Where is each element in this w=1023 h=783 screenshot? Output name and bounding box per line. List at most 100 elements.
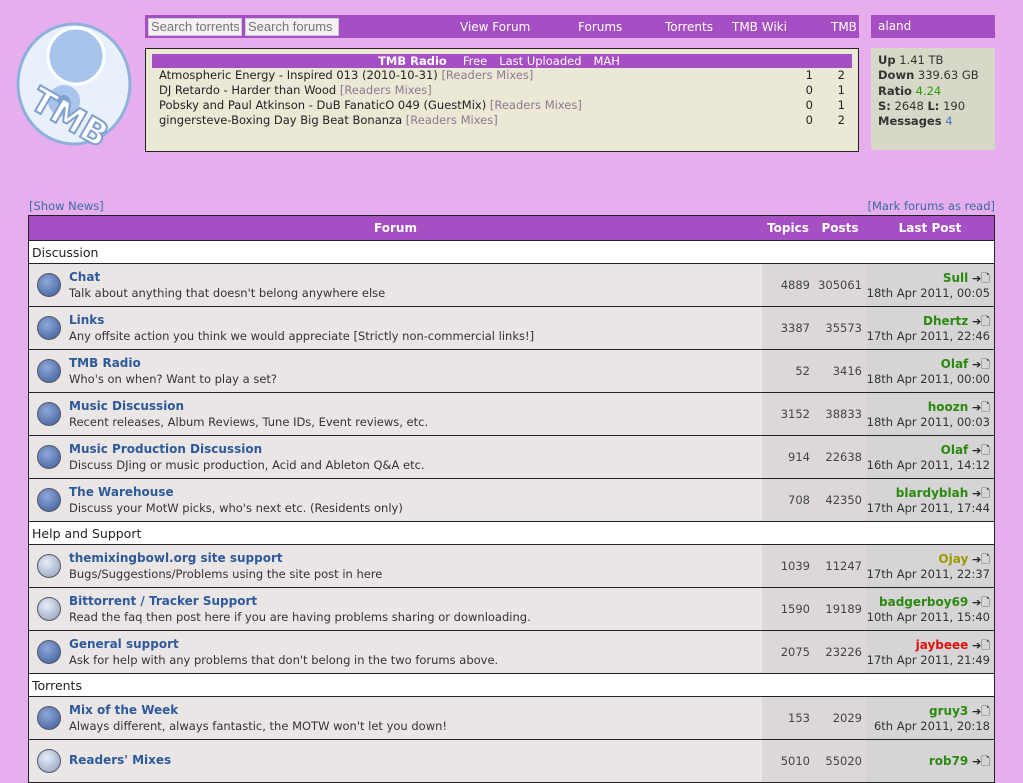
nav-tmb[interactable]: TMB (831, 20, 857, 34)
go-to-last-post-icon[interactable]: ➔🗋 (972, 596, 990, 609)
last-post-user[interactable]: Dhertz (923, 314, 968, 328)
posts-count: 23226 (814, 630, 866, 674)
go-to-last-post-icon[interactable]: ➔🗋 (972, 401, 990, 414)
go-to-last-post-icon[interactable]: ➔🗋 (972, 755, 990, 768)
topics-count: 4889 (762, 263, 814, 307)
last-post-user[interactable]: hoozn (928, 400, 969, 414)
forum-row: TMB Radio Who's on when? Want to play a s… (28, 349, 995, 393)
tab-tmb-radio[interactable]: TMB Radio (378, 54, 447, 68)
go-to-last-post-icon[interactable]: ➔🗋 (972, 553, 990, 566)
go-to-last-post-icon[interactable]: ➔🗋 (972, 639, 990, 652)
go-to-last-post-icon[interactable]: ➔🗋 (972, 705, 990, 718)
posts-count: 305061 (814, 263, 866, 307)
topics-count: 5010 (762, 739, 814, 783)
forum-link[interactable]: Bittorrent / Tracker Support (69, 594, 762, 608)
forum-link[interactable]: Music Discussion (69, 399, 762, 413)
topics-count: 52 (762, 349, 814, 393)
nav-tmb-wiki[interactable]: TMB Wiki (732, 20, 787, 34)
forum-description: Read the faq then post here if you are h… (69, 610, 531, 624)
last-post-user[interactable]: blardyblah (896, 486, 968, 500)
topics-count: 708 (762, 478, 814, 522)
last-post-user[interactable]: Ojay (938, 552, 968, 566)
category-row[interactable]: Help and Support (28, 521, 995, 545)
tab-last-uploaded[interactable]: Last Uploaded (499, 54, 581, 68)
topics-count: 914 (762, 435, 814, 479)
tab-free[interactable]: Free (463, 54, 487, 68)
topics-count: 1590 (762, 587, 814, 631)
go-to-last-post-icon[interactable]: ➔🗋 (972, 272, 990, 285)
forum-description: Talk about anything that doesn't belong … (69, 286, 386, 300)
forum-link[interactable]: themixingbowl.org site support (69, 551, 762, 565)
posts-count: 35573 (814, 306, 866, 350)
search-forums-input[interactable] (245, 17, 339, 36)
forum-link[interactable]: Chat (69, 270, 762, 284)
last-post-user[interactable]: gruy3 (929, 704, 968, 718)
category-row[interactable]: Torrents (28, 673, 995, 697)
forum-link[interactable]: General support (69, 637, 762, 651)
last-post-date: 17th Apr 2011, 17:44 (866, 500, 990, 515)
last-post-date: 6th Apr 2011, 20:18 (873, 718, 990, 733)
nav-view-forum[interactable]: View Forum (460, 20, 530, 34)
forum-status-icon (37, 554, 61, 578)
forum-description: Discuss DJing or music production, Acid … (69, 458, 425, 472)
forum-description: Always different, always fantastic, the … (69, 719, 448, 733)
forum-status-icon (37, 359, 61, 383)
forum-status-icon (37, 402, 61, 426)
posts-count: 55020 (814, 739, 866, 783)
forum-row: General support Ask for help with any pro… (28, 630, 995, 674)
go-to-last-post-icon[interactable]: ➔🗋 (972, 487, 990, 500)
go-to-last-post-icon[interactable]: ➔🗋 (972, 444, 990, 457)
forum-status-icon (37, 640, 61, 664)
last-post-user[interactable]: jaybeee (916, 638, 969, 652)
forum-description: Discuss your MotW picks, who's next etc.… (69, 501, 403, 515)
posts-count: 42350 (814, 478, 866, 522)
radio-item[interactable]: gingersteve-Boxing Day Big Beat Bonanza … (146, 113, 858, 128)
username[interactable]: aland (871, 15, 995, 38)
topics-count: 1039 (762, 544, 814, 588)
go-to-last-post-icon[interactable]: ➔🗋 (972, 358, 990, 371)
forum-link[interactable]: The Warehouse (69, 485, 762, 499)
last-post-date: 16th Apr 2011, 14:12 (866, 457, 990, 472)
last-post-user[interactable]: Sull (943, 271, 968, 285)
last-post-date: 10th Apr 2011, 15:40 (866, 609, 990, 624)
radio-item[interactable]: Pobsky and Paul Atkinson - DuB FanaticO … (146, 98, 858, 113)
posts-count: 11247 (814, 544, 866, 588)
messages-link[interactable]: 4 (945, 114, 952, 128)
forum-link[interactable]: Music Production Discussion (69, 442, 762, 456)
forum-row: Chat Talk about anything that doesn't bel… (28, 263, 995, 307)
forum-description: Who's on when? Want to play a set? (69, 372, 278, 386)
forum-table: Forum Topics Posts Last Post Discussion … (28, 215, 995, 783)
tab-mah[interactable]: MAH (594, 54, 620, 68)
forum-link[interactable]: Mix of the Week (69, 703, 762, 717)
mark-forums-read-link[interactable]: [Mark forums as read] (867, 199, 995, 213)
header-last-post: Last Post (866, 215, 995, 241)
forum-link[interactable]: TMB Radio (69, 356, 762, 370)
last-post-date: 17th Apr 2011, 22:37 (866, 566, 990, 581)
go-to-last-post-icon[interactable]: ➔🗋 (972, 315, 990, 328)
radio-item[interactable]: DJ Retardo - Harder than Wood [Readers M… (146, 83, 858, 98)
last-post-date: 17th Apr 2011, 22:46 (866, 328, 990, 343)
last-post-user[interactable]: badgerboy69 (879, 595, 968, 609)
last-post-user[interactable]: Olaf (941, 357, 969, 371)
radio-item[interactable]: Atmospheric Energy - Inspired 013 (2010-… (146, 68, 858, 83)
last-post-user[interactable]: Olaf (941, 443, 969, 457)
nav-torrents[interactable]: Torrents (665, 20, 713, 34)
search-torrents-input[interactable] (148, 17, 242, 36)
tmb-logo[interactable]: TMB (14, 16, 134, 148)
forum-status-icon (37, 706, 61, 730)
topics-count: 2075 (762, 630, 814, 674)
nav-forums[interactable]: Forums (578, 20, 622, 34)
show-news-link[interactable]: [Show News] (29, 199, 104, 213)
forum-description: Recent releases, Album Reviews, Tune IDs… (69, 415, 429, 429)
forum-link[interactable]: Readers' Mixes (69, 753, 762, 767)
category-row[interactable]: Discussion (28, 240, 995, 264)
last-post-date: 18th Apr 2011, 00:05 (866, 285, 990, 300)
forum-row: Links Any offsite action you think we wou… (28, 306, 995, 350)
last-post-user[interactable]: rob79 (929, 754, 968, 768)
topics-count: 3152 (762, 392, 814, 436)
forum-link[interactable]: Links (69, 313, 762, 327)
forum-row: The Warehouse Discuss your MotW picks, wh… (28, 478, 995, 522)
forum-status-icon (37, 597, 61, 621)
last-post-date: 17th Apr 2011, 21:49 (866, 652, 990, 667)
last-post-date: 18th Apr 2011, 00:03 (866, 414, 990, 429)
